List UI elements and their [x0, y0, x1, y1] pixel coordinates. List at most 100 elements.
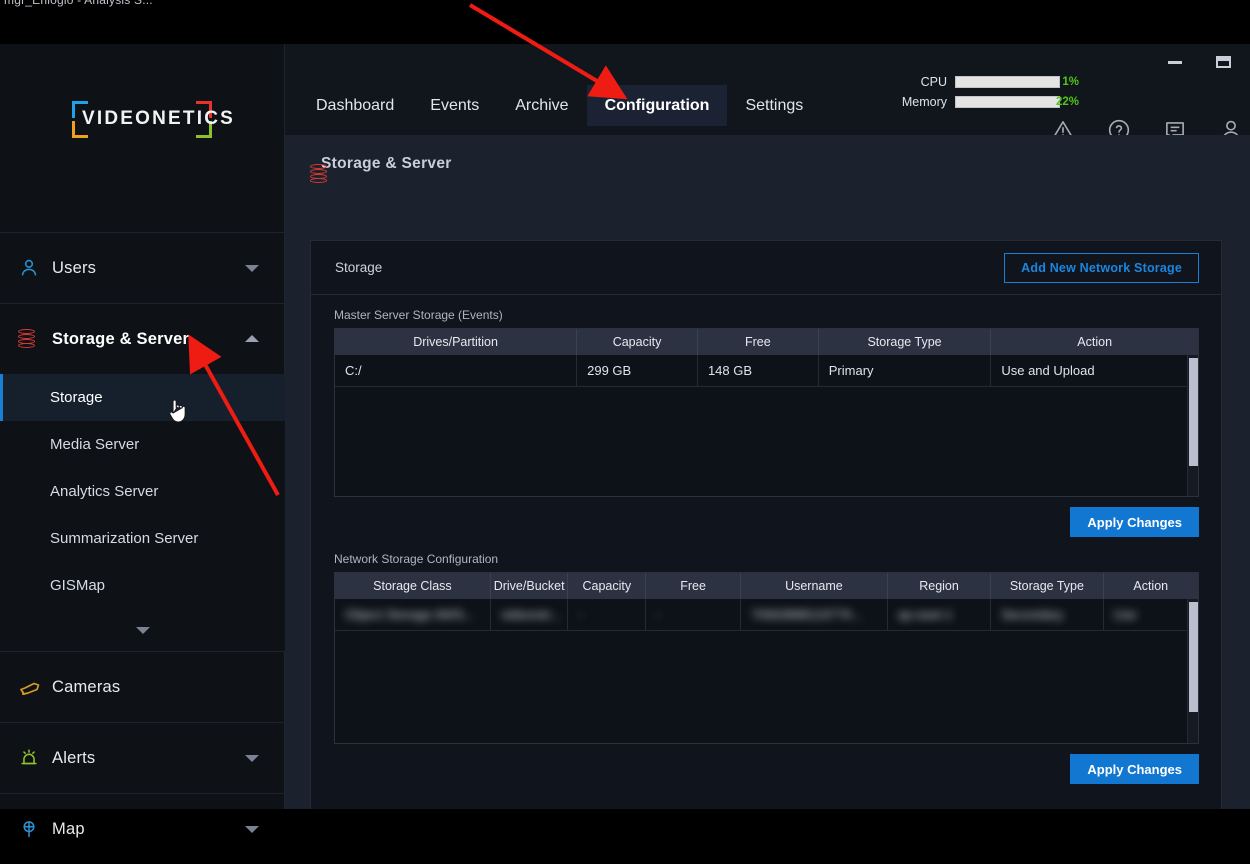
mouse-cursor — [169, 399, 186, 423]
column-header-capacity: Capacity — [567, 573, 647, 599]
memory-meter-label: Memory — [901, 94, 947, 109]
column-header-free: Free — [645, 573, 742, 599]
sidebar-item-label: Storage & Server — [52, 329, 190, 348]
sidebar-item-summarization-server[interactable]: Summarization Server — [0, 515, 285, 562]
tab-settings[interactable]: Settings — [727, 85, 821, 126]
sidebar-item-storage-server[interactable]: Storage & Server — [0, 304, 285, 374]
brand-name: VIDEONETICS — [82, 108, 235, 129]
sidebar-item-cameras[interactable]: Cameras — [0, 652, 285, 722]
sidebar: VIDEONETICS Users Storage & Server Stora… — [0, 44, 285, 838]
chevron-up-icon[interactable] — [245, 335, 259, 342]
memory-meter: Memory 22% — [889, 94, 1079, 109]
sidebar-subitem-label: Storage — [50, 389, 103, 406]
window-controls — [1160, 50, 1238, 74]
chevron-down-icon[interactable] — [245, 265, 259, 272]
brand-logo: VIDEONETICS — [72, 96, 233, 144]
tab-label: Dashboard — [316, 97, 395, 114]
column-header-action: Action — [1103, 573, 1198, 599]
chevron-down-icon[interactable] — [245, 826, 259, 833]
master-server-storage-table: Drives/Partition Capacity Free Storage T… — [335, 329, 1198, 496]
maximize-button[interactable] — [1208, 50, 1238, 74]
cell-capacity: - — [567, 599, 647, 631]
alarm-siren-icon — [18, 747, 52, 769]
cell-storage-type: Secondary — [990, 599, 1104, 631]
globe-pin-icon — [18, 818, 52, 840]
tab-configuration[interactable]: Configuration — [586, 85, 728, 126]
sidebar-item-label: Alerts — [52, 748, 96, 767]
sidebar-subitem-label: Summarization Server — [50, 530, 199, 547]
sidebar-item-storage[interactable]: Storage — [0, 374, 285, 421]
sidebar-show-more-button[interactable] — [0, 609, 285, 651]
master-table-scrollbar[interactable] — [1187, 355, 1198, 496]
top-nav-tabs: Dashboard Events Archive Configuration S… — [285, 44, 821, 135]
cell-free: 148 GB — [697, 355, 819, 387]
cpu-meter-label: CPU — [920, 74, 947, 89]
tab-archive[interactable]: Archive — [497, 85, 586, 126]
sidebar-item-media-server[interactable]: Media Server — [0, 421, 285, 468]
sidebar-item-label: Users — [52, 258, 97, 277]
network-storage-label: Network Storage Configuration — [334, 552, 499, 566]
sidebar-group-users: Users — [0, 232, 285, 303]
cctv-camera-icon — [18, 675, 52, 699]
memory-meter-bar: 22% — [955, 95, 1079, 108]
column-header-region: Region — [887, 573, 992, 599]
sidebar-subitem-label: Analytics Server — [50, 483, 159, 500]
main-content: Storage & Server Storage Add New Network… — [285, 135, 1250, 809]
sidebar-nav: Users Storage & Server Storage Media Ser… — [0, 232, 285, 864]
cpu-meter-bar: 1% — [955, 75, 1079, 88]
column-header-storage-class: Storage Class — [335, 573, 491, 599]
maximize-icon — [1215, 56, 1231, 68]
column-header-drives-partition: Drives/Partition — [335, 329, 578, 355]
network-apply-row: Apply Changes — [334, 744, 1199, 784]
scrollbar-thumb[interactable] — [1189, 602, 1198, 712]
network-storage-section: Network Storage Configuration Storage Cl… — [311, 537, 1221, 784]
sidebar-group-cameras: Cameras — [0, 651, 285, 722]
application-window: VIDEONETICS Users Storage & Server Stora… — [0, 44, 1250, 838]
scrollbar-thumb[interactable] — [1189, 358, 1198, 466]
storage-card-title: Storage — [335, 260, 383, 275]
sidebar-item-gismap[interactable]: GISMap — [0, 562, 285, 609]
cell-username: 7066388811977K... — [740, 599, 888, 631]
table-row[interactable]: C:/ 299 GB 148 GB Primary Use and Upload — [335, 355, 1198, 387]
table-empty-space — [335, 386, 1198, 496]
sidebar-item-users[interactable]: Users — [0, 233, 285, 303]
cpu-meter-value: 1% — [1062, 75, 1079, 88]
sidebar-subitem-label: GISMap — [50, 577, 106, 594]
tab-label: Archive — [515, 97, 569, 114]
tab-label: Configuration — [604, 97, 710, 114]
master-server-storage-label: Master Server Storage (Events) — [334, 308, 503, 322]
network-storage-table-wrap: Storage Class Drive/Bucket Capacity Free… — [334, 572, 1199, 744]
os-title-bar: mgr_Enlogio - Analysis S... — [0, 0, 1250, 44]
tab-events[interactable]: Events — [412, 85, 497, 126]
cell-free: - — [645, 599, 742, 631]
table-empty-space — [335, 630, 1198, 743]
cell-action[interactable]: Use — [1103, 599, 1198, 631]
apply-changes-button-master[interactable]: Apply Changes — [1070, 507, 1199, 537]
sidebar-item-alerts[interactable]: Alerts — [0, 723, 285, 793]
cell-capacity: 299 GB — [576, 355, 698, 387]
network-table-scrollbar[interactable] — [1187, 599, 1198, 743]
page-header: Storage & Server — [285, 135, 1250, 183]
sidebar-group-alerts: Alerts — [0, 722, 285, 793]
page-title: Storage & Server — [321, 155, 452, 172]
sidebar-group-storage-server: Storage & Server Storage Media Server An… — [0, 303, 285, 651]
storage-card-header: Storage Add New Network Storage — [311, 241, 1221, 295]
database-icon — [18, 329, 52, 349]
sidebar-item-map[interactable]: Map — [0, 794, 285, 864]
column-header-capacity: Capacity — [576, 329, 698, 355]
cell-storage-class: Object Storage AWS... — [335, 599, 491, 631]
sidebar-group-map: Map — [0, 793, 285, 864]
user-icon — [18, 257, 52, 279]
add-new-network-storage-button[interactable]: Add New Network Storage — [1004, 252, 1199, 283]
minimize-button[interactable] — [1160, 50, 1190, 74]
tab-label: Events — [430, 97, 480, 114]
master-server-storage-table-wrap: Drives/Partition Capacity Free Storage T… — [334, 328, 1199, 497]
tab-dashboard[interactable]: Dashboard — [298, 85, 412, 126]
table-row[interactable]: Object Storage AWS... videonet... - - 70… — [335, 599, 1198, 631]
cell-action[interactable]: Use and Upload — [990, 355, 1198, 387]
chevron-down-icon[interactable] — [245, 755, 259, 762]
sidebar-item-analytics-server[interactable]: Analytics Server — [0, 468, 285, 515]
column-header-username: Username — [740, 573, 888, 599]
apply-changes-button-network[interactable]: Apply Changes — [1070, 754, 1199, 784]
os-window-title: mgr_Enlogio - Analysis S... — [4, 0, 153, 7]
